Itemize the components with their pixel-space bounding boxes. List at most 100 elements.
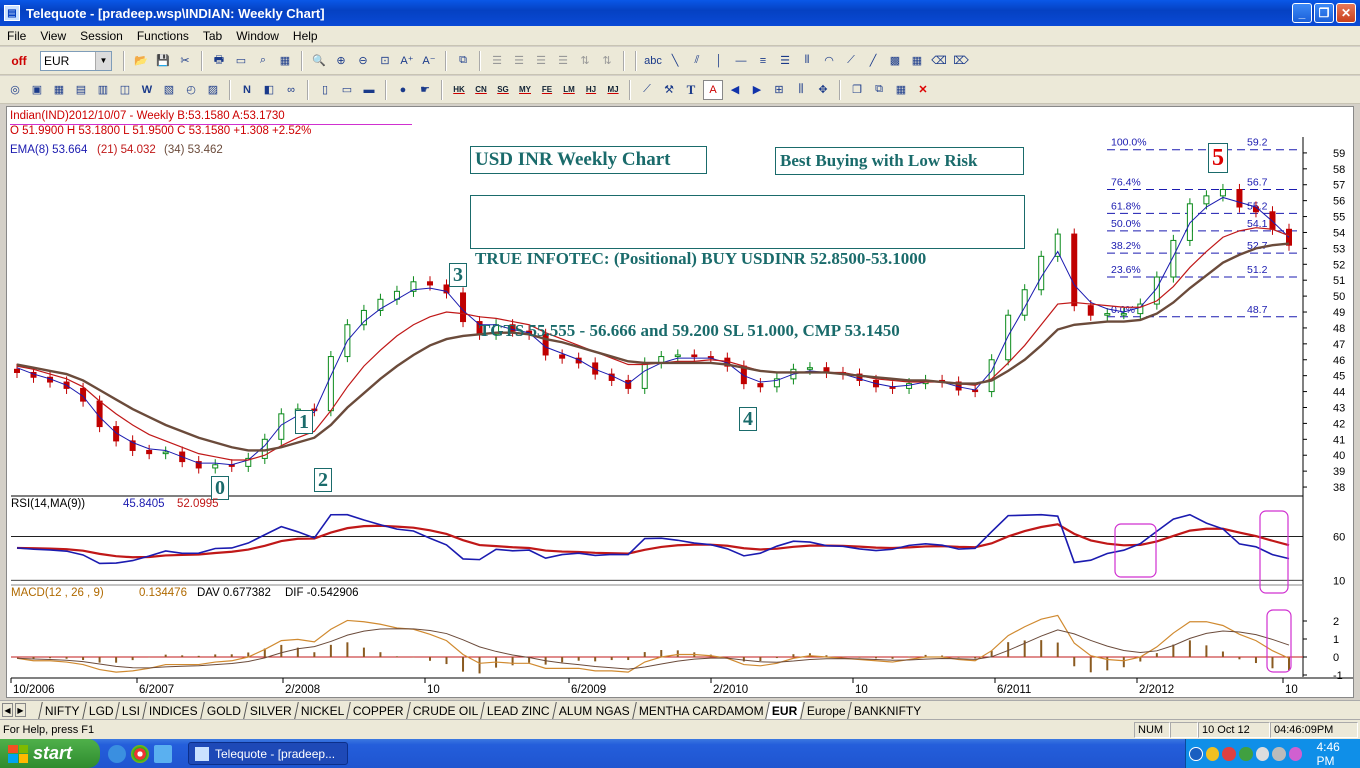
menu-view[interactable]: View bbox=[33, 29, 73, 43]
menu-functions[interactable]: Functions bbox=[130, 29, 196, 43]
exchange-my-button[interactable]: MY bbox=[514, 80, 536, 100]
chrome-icon[interactable] bbox=[131, 744, 149, 763]
alarm-icon[interactable]: ◴ bbox=[181, 80, 201, 100]
news-icon[interactable]: ▧ bbox=[159, 80, 179, 100]
horizontal-line-icon[interactable]: — bbox=[731, 51, 751, 71]
menu-window[interactable]: Window bbox=[229, 29, 286, 43]
gann-icon[interactable]: ▩ bbox=[885, 51, 905, 71]
sheet-tab-lgd[interactable]: LGD bbox=[81, 701, 120, 719]
sheet-tab-crude-oil[interactable]: CRUDE OIL bbox=[406, 701, 485, 719]
menu-file[interactable]: File bbox=[0, 29, 33, 43]
crosshair-icon[interactable]: ✥ bbox=[813, 80, 833, 100]
w-icon[interactable]: W bbox=[137, 80, 157, 100]
options-icon[interactable]: ◫ bbox=[115, 80, 135, 100]
zoom-in-icon[interactable]: ⊕ bbox=[331, 51, 351, 71]
text-tool[interactable]: T bbox=[681, 80, 701, 100]
tab-scroll-right[interactable]: ▶ bbox=[15, 703, 26, 717]
exchange-hj-button[interactable]: HJ bbox=[580, 80, 602, 100]
tray-security-icon[interactable] bbox=[1222, 746, 1236, 761]
print-preview-icon[interactable]: ▭ bbox=[231, 51, 251, 71]
hand-icon[interactable]: ☛ bbox=[415, 80, 435, 100]
app-icon[interactable]: ▤ bbox=[4, 5, 20, 21]
exchange-lm-button[interactable]: LM bbox=[558, 80, 580, 100]
scroll-right-icon[interactable]: ▶ bbox=[747, 80, 767, 100]
binoculars-icon[interactable]: ∞ bbox=[281, 80, 301, 100]
cut-icon[interactable]: ✂ bbox=[175, 51, 195, 71]
grid-icon[interactable]: ▦ bbox=[275, 51, 295, 71]
window-grid-icon[interactable]: ▦ bbox=[891, 80, 911, 100]
exchange-mj-button[interactable]: MJ bbox=[602, 80, 624, 100]
chart-area[interactable]: 38 39 40 41 42 43 44 45 46 47 48 49 50 51 52 53 54 55 56 57… bbox=[6, 106, 1354, 698]
tray-expand-icon[interactable] bbox=[1189, 746, 1203, 761]
delete-icon[interactable]: ✕ bbox=[913, 80, 933, 100]
chevron-down-icon[interactable]: ▼ bbox=[95, 51, 111, 70]
exchange-cn-button[interactable]: CN bbox=[470, 80, 492, 100]
sheet-tab-gold[interactable]: GOLD bbox=[200, 701, 247, 719]
folder-icon[interactable]: ▭ bbox=[337, 80, 357, 100]
bars-icon[interactable]: ⫼ bbox=[791, 80, 811, 100]
align-icon-2[interactable]: ☰ bbox=[509, 51, 529, 71]
grid-tool-icon[interactable]: ▦ bbox=[907, 51, 927, 71]
window-tile-icon[interactable]: ⧉ bbox=[869, 80, 889, 100]
restore-button[interactable]: ❐ bbox=[1314, 3, 1334, 23]
drive-icon[interactable]: ▬ bbox=[359, 80, 379, 100]
chart-window-icon[interactable]: ▤ bbox=[71, 80, 91, 100]
sheet-tab-mentha-cardamom[interactable]: MENTHA CARDAMOM bbox=[631, 701, 770, 719]
table-icon[interactable]: ▦ bbox=[49, 80, 69, 100]
align-icon-3[interactable]: ☰ bbox=[531, 51, 551, 71]
sheet-tab-banknifty[interactable]: BANKNIFTY bbox=[847, 701, 928, 719]
scroll-left-icon[interactable]: ◀ bbox=[725, 80, 745, 100]
menu-session[interactable]: Session bbox=[73, 29, 130, 43]
off-toggle-button[interactable]: off bbox=[5, 51, 33, 71]
vertical-lines-icon[interactable]: ⦀ bbox=[797, 51, 817, 71]
zoom-fit-icon[interactable]: ⊡ bbox=[375, 51, 395, 71]
sheet-tab-alum-ngas[interactable]: ALUM NGAS bbox=[552, 701, 636, 719]
sheet-tab-nickel[interactable]: NICKEL bbox=[294, 701, 351, 719]
line-tool-icon[interactable]: ╱ bbox=[863, 51, 883, 71]
tray-extra-icon[interactable] bbox=[1288, 746, 1303, 761]
zoom-out-icon[interactable]: ⊖ bbox=[353, 51, 373, 71]
horizontal-lines-icon[interactable]: ≡ bbox=[753, 51, 773, 71]
tray-messenger-icon[interactable] bbox=[1205, 746, 1220, 761]
font-larger-icon[interactable]: A⁺ bbox=[397, 51, 417, 71]
zoom-box-icon[interactable]: ⊞ bbox=[769, 80, 789, 100]
layout-icon[interactable]: ⧉ bbox=[453, 51, 473, 71]
menu-tab[interactable]: Tab bbox=[196, 29, 229, 43]
eraser-all-icon[interactable]: ⌦ bbox=[951, 51, 971, 71]
fib-retracement-icon[interactable]: ☰ bbox=[775, 51, 795, 71]
exchange-hk-button[interactable]: HK bbox=[448, 80, 470, 100]
sheet-tab-lsi[interactable]: LSI bbox=[115, 701, 147, 719]
tools-icon[interactable]: ⚒ bbox=[659, 80, 679, 100]
font-color-tool[interactable]: A bbox=[703, 79, 723, 100]
fan-icon[interactable]: ⟋ bbox=[841, 51, 861, 71]
taskbar-telequote-button[interactable]: Telequote - [pradeep... bbox=[188, 742, 348, 765]
save-icon[interactable]: 💾 bbox=[153, 51, 173, 71]
new-doc-icon[interactable]: ▯ bbox=[315, 80, 335, 100]
parallel-lines-icon[interactable]: ⫽ bbox=[687, 51, 707, 71]
trendline-icon[interactable]: ╲ bbox=[665, 51, 685, 71]
tray-volume-icon[interactable] bbox=[1272, 746, 1286, 761]
chart-icon-2[interactable]: ▣ bbox=[27, 80, 47, 100]
align-icon-4[interactable]: ☰ bbox=[553, 51, 573, 71]
print-icon[interactable]: 🖶 bbox=[209, 51, 229, 71]
n-icon[interactable]: N bbox=[237, 80, 257, 100]
show-desktop-icon[interactable] bbox=[154, 744, 172, 763]
sheet-tab-silver[interactable]: SILVER bbox=[243, 701, 298, 719]
symbol-select[interactable]: EUR ▼ bbox=[40, 50, 112, 71]
sheet-tab-nifty[interactable]: NIFTY bbox=[38, 701, 86, 719]
ie-icon[interactable] bbox=[108, 744, 126, 763]
sheet-tab-copper[interactable]: COPPER bbox=[346, 701, 410, 719]
align-icon-1[interactable]: ☰ bbox=[487, 51, 507, 71]
tab-scroll-left[interactable]: ◀ bbox=[2, 703, 13, 717]
sort-icon-2[interactable]: ⇅ bbox=[597, 51, 617, 71]
calc-icon[interactable]: ▨ bbox=[203, 80, 223, 100]
magnifier-icon[interactable]: 🔍 bbox=[309, 51, 329, 71]
exchange-sg-button[interactable]: SG bbox=[492, 80, 514, 100]
sheet-tab-eur[interactable]: EUR bbox=[765, 701, 804, 719]
close-button[interactable]: ✕ bbox=[1336, 3, 1356, 23]
eraser-icon[interactable]: ⌫ bbox=[929, 51, 949, 71]
chart-icon-1[interactable]: ◎ bbox=[5, 80, 25, 100]
color-icon[interactable]: ● bbox=[393, 80, 413, 100]
arc-icon[interactable]: ◠ bbox=[819, 51, 839, 71]
sort-icon-1[interactable]: ⇅ bbox=[575, 51, 595, 71]
